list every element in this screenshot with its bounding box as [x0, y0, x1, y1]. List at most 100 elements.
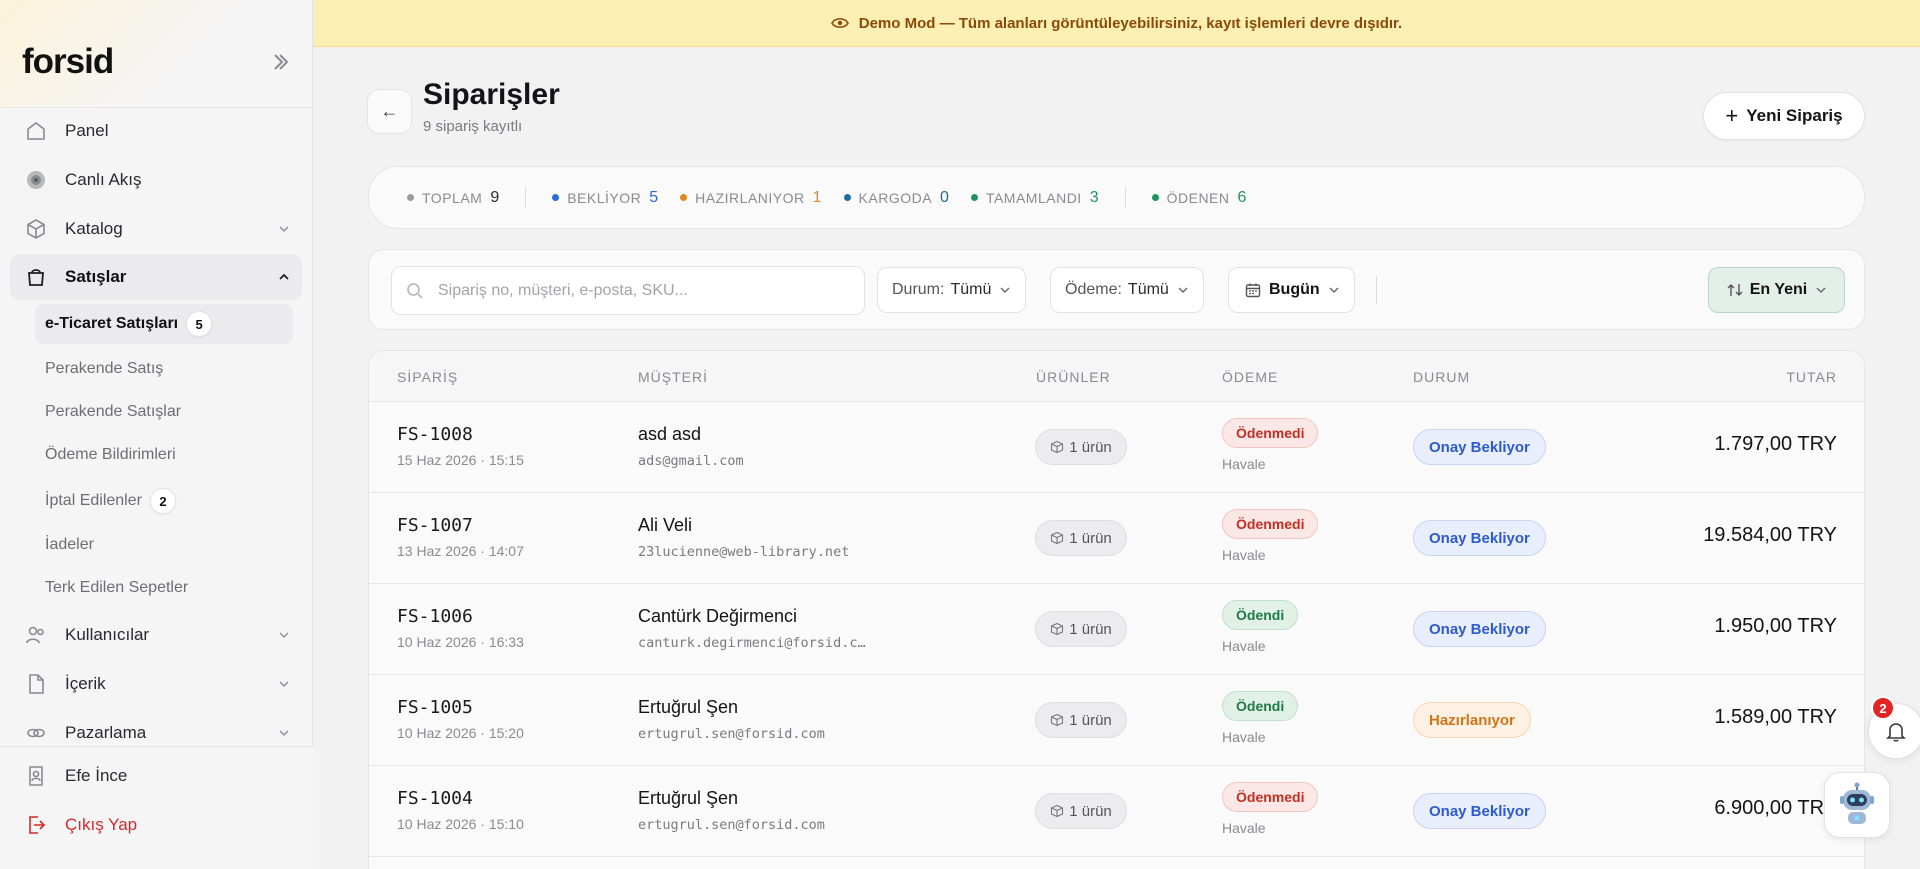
sidebar-subitem-retail-sales[interactable]: Perakende Satışlar: [35, 392, 181, 432]
back-button[interactable]: ←: [367, 89, 412, 134]
order-number[interactable]: FS-1004: [397, 788, 473, 809]
payment-status-badge: Ödendi: [1222, 691, 1299, 721]
table-row[interactable]: FS-1006 10 Haz 2026 · 16:33 Cantürk Deği…: [369, 584, 1864, 675]
sidebar-subitem-returns[interactable]: İadeler: [35, 525, 94, 565]
order-number[interactable]: FS-1007: [397, 515, 473, 536]
order-amount: 19.584,00 TRY: [1703, 524, 1837, 546]
column-header-status[interactable]: DURUM: [1413, 369, 1470, 385]
sort-value: En Yeni: [1749, 281, 1808, 298]
box-icon: [1051, 440, 1064, 454]
stat-value: 6: [1237, 188, 1247, 206]
stat-total[interactable]: TOPLAM 9: [407, 189, 499, 207]
stat-label: HAZIRLANIYOR: [695, 189, 805, 206]
sidebar-subitem-payment-notifications[interactable]: Ödeme Bildirimleri: [35, 435, 176, 475]
status-filter-select[interactable]: Durum: Tümü: [877, 267, 1027, 313]
order-number[interactable]: FS-1006: [397, 606, 473, 627]
robot-icon: [1840, 782, 1874, 824]
column-header-products[interactable]: ÜRÜNLER: [1036, 369, 1111, 385]
sidebar-subitem-retail-sale[interactable]: Perakende Satış: [35, 349, 163, 389]
sidebar-item-users[interactable]: Kullanıcılar: [10, 612, 302, 658]
product-count-pill[interactable]: 1 ürün: [1035, 611, 1127, 647]
user-name: Efe İnce: [65, 766, 128, 785]
stat-waiting[interactable]: BEKLİYOR 5: [552, 189, 658, 207]
collapse-sidebar-icon[interactable]: [272, 52, 290, 72]
sidebar-subitem-label: Terk Edilen Sepetler: [45, 579, 189, 596]
user-icon: [29, 766, 43, 786]
sidebar-item-live[interactable]: Canlı Akış: [10, 157, 302, 203]
demo-mode-banner: Demo Mod — Tüm alanları görüntüleyebilir…: [313, 0, 1920, 47]
order-date: 10 Haz 2026 · 16:33: [397, 634, 524, 650]
stat-preparing[interactable]: HAZIRLANIYOR 1: [680, 189, 822, 207]
box-icon: [1051, 804, 1064, 818]
sidebar-subitem-label: Perakende Satış: [45, 360, 164, 377]
date-filter-select[interactable]: Bugün: [1228, 267, 1355, 313]
sort-select[interactable]: En Yeni: [1708, 267, 1845, 313]
logo[interactable]: forsid: [22, 42, 114, 82]
stat-divider: [1124, 186, 1126, 209]
stat-label: TAMAMLANDI: [985, 189, 1082, 206]
product-count: 1 ürün: [1069, 620, 1112, 638]
payment-filter-select[interactable]: Ödeme: Tümü: [1050, 267, 1204, 313]
sidebar-item-catalog[interactable]: Katalog: [10, 206, 302, 252]
sidebar-subitem-ecommerce-sales[interactable]: e-Ticaret Satışları 5: [35, 304, 293, 344]
user-profile[interactable]: Efe İnce: [10, 753, 302, 799]
order-date: 10 Haz 2026 · 15:10: [397, 816, 524, 832]
stat-label: BEKLİYOR: [567, 189, 642, 206]
assistant-bot-button[interactable]: [1824, 772, 1890, 838]
table-row[interactable]: FS-1005 10 Haz 2026 · 15:20 Ertuğrul Şen…: [369, 675, 1864, 766]
sidebar-item-sales[interactable]: Satışlar: [10, 254, 302, 300]
order-amount: 1.797,00 TRY: [1714, 433, 1837, 455]
sidebar-subitem-abandoned-carts[interactable]: Terk Edilen Sepetler: [35, 568, 188, 608]
box-icon: [27, 219, 45, 239]
status-filter-value: Tümü: [950, 281, 992, 298]
sidebar-subitem-cancelled[interactable]: İptal Edilenler 2: [35, 481, 176, 521]
table-row[interactable]: FS-1008 15 Haz 2026 · 15:15 asd asd ads@…: [369, 402, 1864, 493]
plus-icon: +: [1725, 103, 1739, 128]
sidebar-subitem-label: İptal Edilenler: [45, 492, 142, 509]
filter-bar: Durum: Tümü Ödeme: Tümü Bugün En Yeni: [368, 249, 1865, 330]
stat-shipping[interactable]: KARGODA 0: [843, 189, 949, 207]
logout-icon: [29, 816, 46, 834]
logout-label: Çıkış Yap: [65, 815, 138, 834]
sidebar-item-label: Katalog: [65, 219, 123, 238]
payment-method: Havale: [1222, 820, 1266, 836]
order-stats-bar: TOPLAM 9 BEKLİYOR 5 HAZIRLANIYOR 1 KARGO…: [368, 166, 1865, 229]
column-header-payment[interactable]: ÖDEME: [1222, 369, 1278, 385]
customer-name: Cantürk Değirmenci: [638, 606, 798, 626]
product-count-pill[interactable]: 1 ürün: [1035, 793, 1127, 829]
sidebar-item-content[interactable]: İçerik: [10, 661, 302, 707]
product-count-pill[interactable]: 1 ürün: [1035, 520, 1127, 556]
sidebar-item-panel[interactable]: Panel: [10, 108, 302, 154]
stat-label: KARGODA: [858, 189, 933, 206]
payment-filter-value: Tümü: [1127, 281, 1169, 298]
search-input[interactable]: [438, 267, 858, 314]
notification-count-badge: 2: [1871, 696, 1895, 720]
page-title: Siparişler: [423, 78, 560, 111]
status-filter-label: Durum:: [892, 281, 945, 298]
payment-method: Havale: [1222, 638, 1266, 654]
customer-email: ertugrul.sen@forsid.com: [638, 817, 825, 833]
order-number[interactable]: FS-1008: [397, 424, 473, 445]
count-badge: 2: [149, 488, 176, 514]
document-icon: [29, 674, 44, 694]
new-order-button[interactable]: + Yeni Sipariş: [1703, 92, 1865, 140]
product-count-pill[interactable]: 1 ürün: [1035, 702, 1127, 738]
table-row[interactable]: FS-1007 13 Haz 2026 · 14:07 Ali Veli 23l…: [369, 493, 1864, 584]
column-header-customer[interactable]: MÜŞTERİ: [638, 369, 708, 385]
logout-button[interactable]: Çıkış Yap: [10, 802, 302, 848]
date-filter-value: Bugün: [1269, 281, 1320, 298]
stat-paid[interactable]: ÖDENEN 6: [1151, 188, 1247, 207]
new-order-label: Yeni Sipariş: [1746, 106, 1843, 125]
chevron-down-icon: [1178, 287, 1188, 294]
search-box[interactable]: [391, 266, 865, 315]
column-header-order[interactable]: SİPARİŞ: [397, 369, 458, 385]
order-status-badge: Onay Bekliyor: [1413, 611, 1546, 647]
column-header-total[interactable]: TUTAR: [1786, 369, 1837, 385]
order-number[interactable]: FS-1005: [397, 697, 473, 718]
product-count-pill[interactable]: 1 ürün: [1035, 429, 1127, 465]
table-row[interactable]: FS-1004 10 Haz 2026 · 15:10 Ertuğrul Şen…: [369, 766, 1864, 857]
stat-completed[interactable]: TAMAMLANDI 3: [970, 189, 1099, 207]
chevron-down-icon: [279, 681, 289, 688]
order-date: 10 Haz 2026 · 15:20: [397, 725, 524, 741]
customer-email: canturk.degirmenci@forsid.c…: [638, 635, 866, 651]
